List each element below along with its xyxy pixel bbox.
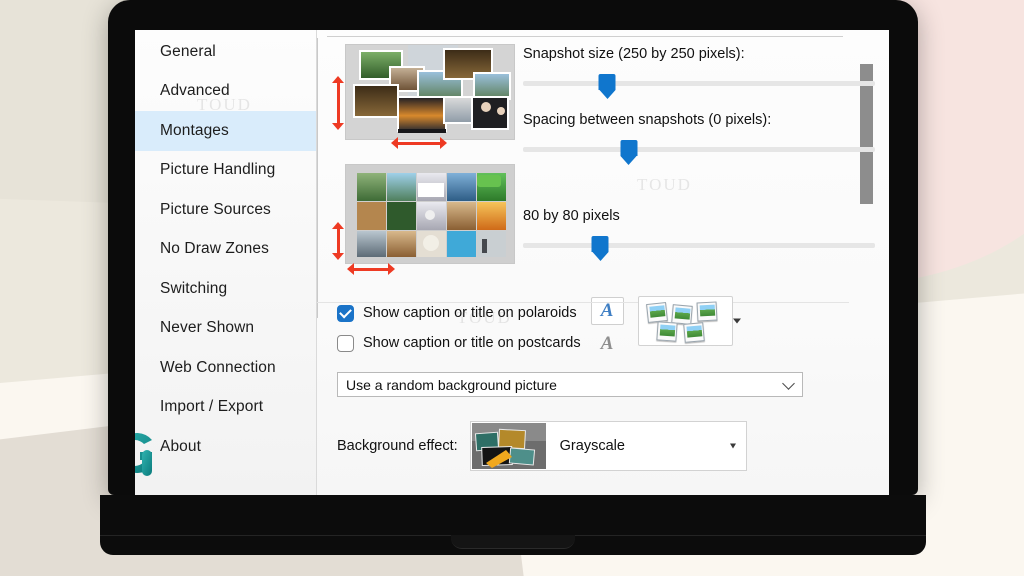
sidebar-item-picture-handling[interactable]: Picture Handling	[135, 151, 316, 191]
sidebar-item-picture-sources[interactable]: Picture Sources	[135, 190, 316, 230]
sidebar-item-label: Never Shown	[160, 319, 255, 337]
polaroid-icon	[696, 301, 718, 322]
sidebar-item-never-shown[interactable]: Never Shown	[135, 309, 316, 349]
polaroid-icon	[655, 321, 678, 342]
sidebar-item-switching[interactable]: Switching	[135, 269, 316, 309]
polaroid-style-picker[interactable]	[637, 296, 741, 346]
spacing-group: Spacing between snapshots (0 pixels):	[523, 112, 875, 165]
show-caption-polaroids-label: Show caption or title on polaroids	[363, 305, 577, 321]
sidebar-item-label: No Draw Zones	[160, 240, 269, 258]
background-effect-row: Background effect: Grayscale	[337, 421, 889, 471]
checkbox-checked-icon[interactable]	[337, 304, 354, 322]
caption-and-background-options: Show caption or title on polaroids Show …	[317, 278, 889, 471]
laptop-base-notch	[451, 535, 575, 549]
sidebar-item-advanced[interactable]: Advanced	[135, 72, 316, 112]
montage-preview-and-sliders: Snapshot size (250 by 250 pixels): Spaci…	[317, 38, 889, 278]
background-picture-selected-value: Use a random background picture	[346, 376, 557, 393]
background-effect-label: Background effect:	[337, 438, 458, 454]
background-effect-thumbnail-art	[471, 423, 546, 469]
sidebar-item-montages[interactable]: Montages	[135, 111, 316, 151]
montage-preview-scatter[interactable]	[331, 44, 515, 149]
sidebar-item-label: Web Connection	[160, 358, 276, 376]
sidebar-item-no-draw-zones[interactable]: No Draw Zones	[135, 230, 316, 270]
height-arrow-icon	[331, 222, 345, 260]
caption-checkbox-column: Show caption or title on polaroids Show …	[337, 296, 581, 358]
show-caption-postcards-label: Show caption or title on postcards	[363, 335, 581, 351]
chevron-down-icon[interactable]	[729, 443, 736, 449]
slider-thumb[interactable]	[620, 140, 638, 165]
sidebar-item-label: Montages	[160, 121, 229, 139]
tile-size-group: 80 by 80 pixels	[523, 208, 875, 261]
g-logo-art	[135, 433, 152, 476]
background-effect-combo[interactable]: Grayscale	[469, 421, 747, 471]
snapshot-size-group: Snapshot size (250 by 250 pixels):	[523, 46, 875, 99]
sidebar-item-label: Picture Sources	[160, 200, 271, 218]
montage-previews	[331, 44, 515, 278]
content-top-rule	[327, 36, 843, 37]
montage-preview-grid[interactable]	[331, 164, 515, 275]
tile-size-label: 80 by 80 pixels	[523, 208, 620, 224]
montage-sliders: Snapshot size (250 by 250 pixels): Spaci…	[523, 44, 889, 278]
background-picture-select[interactable]: Use a random background picture	[337, 372, 803, 397]
show-caption-postcards-checkbox[interactable]: Show caption or title on postcards	[337, 328, 581, 358]
chevron-down-icon[interactable]	[782, 376, 795, 390]
spacing-slider[interactable]	[523, 140, 875, 165]
slider-thumb[interactable]	[598, 74, 616, 99]
grid-montage-art	[346, 165, 514, 263]
slider-track	[523, 243, 875, 248]
laptop-mockup: General Advanced Montages Picture Handli…	[100, 0, 926, 560]
background-effect-preview	[471, 423, 546, 469]
slider-thumb[interactable]	[591, 236, 609, 261]
g-logo	[135, 422, 170, 484]
slider-track	[523, 147, 875, 152]
width-arrow-icon	[391, 136, 447, 150]
sidebar-item-label: Advanced	[160, 82, 230, 100]
sidebar-item-label: Switching	[160, 279, 228, 297]
height-arrow-icon	[331, 76, 345, 130]
slider-track	[523, 81, 875, 86]
preview-grid-canvas	[345, 164, 515, 264]
width-arrow-icon	[347, 262, 395, 276]
sidebar-item-general[interactable]: General	[135, 32, 316, 72]
preview-scatter-canvas	[345, 44, 515, 140]
tile-size-slider[interactable]	[523, 236, 875, 261]
content-section-divider	[317, 302, 849, 303]
snapshot-size-slider[interactable]	[523, 74, 875, 99]
checkbox-unchecked-icon[interactable]	[337, 334, 354, 352]
font-glyph: A	[600, 300, 614, 321]
font-buttons: A A	[590, 296, 624, 358]
content-left-divider	[317, 38, 318, 318]
font-glyph: A	[600, 333, 614, 354]
scatter-montage-art	[346, 45, 514, 139]
chevron-down-icon[interactable]	[732, 318, 741, 324]
snapshot-size-label: Snapshot size (250 by 250 pixels):	[523, 46, 745, 62]
application-window: General Advanced Montages Picture Handli…	[135, 30, 889, 502]
settings-content-panel: TOUD TOUD TOUD	[197, 30, 889, 502]
content-scrollbar[interactable]	[860, 60, 873, 490]
polaroid-icon	[645, 302, 668, 323]
background-effect-selected-value: Grayscale	[559, 438, 625, 454]
sidebar-item-label: General	[160, 42, 216, 60]
spacing-label: Spacing between snapshots (0 pixels):	[523, 112, 772, 128]
sidebar-item-label: Picture Handling	[160, 161, 276, 179]
polaroid-icon	[682, 322, 705, 343]
postcard-font-button[interactable]: A	[591, 330, 624, 358]
sidebar-item-label: Import / Export	[160, 398, 264, 416]
caption-options: Show caption or title on polaroids Show …	[337, 296, 889, 358]
sidebar-item-web-connection[interactable]: Web Connection	[135, 348, 316, 388]
